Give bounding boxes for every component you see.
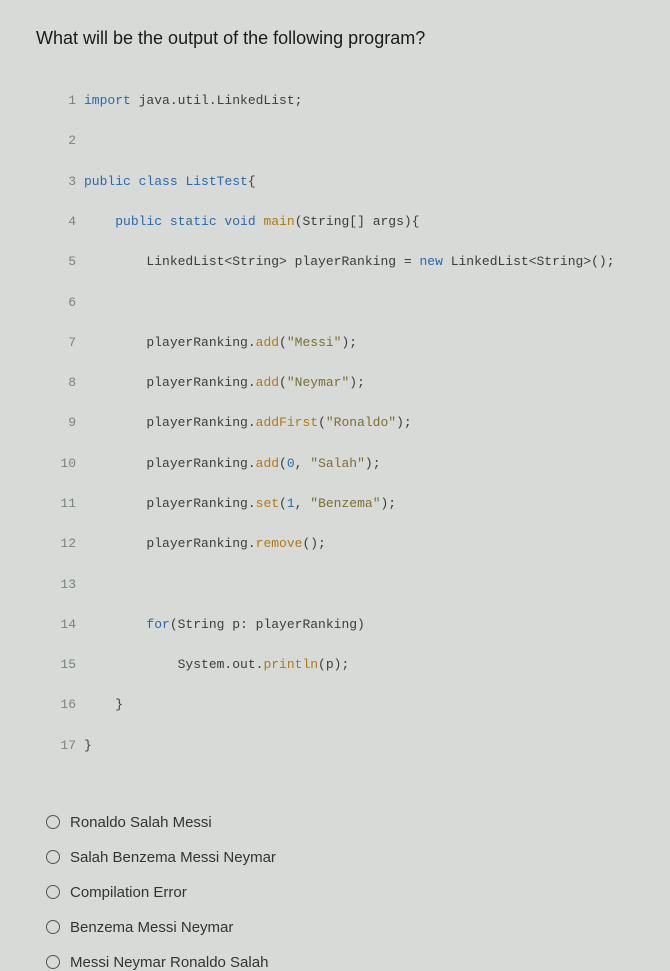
- line-number: 13: [54, 575, 76, 595]
- option-label: Compilation Error: [70, 884, 187, 901]
- line-number: 14: [54, 615, 76, 635]
- radio-icon: [46, 955, 60, 969]
- option-a[interactable]: Ronaldo Salah Messi: [46, 814, 646, 831]
- line-number: 8: [54, 373, 76, 393]
- option-e[interactable]: Messi Neymar Ronaldo Salah: [46, 954, 646, 971]
- line-number: 16: [54, 695, 76, 715]
- line-number: 3: [54, 172, 76, 192]
- question-prompt: What will be the output of the following…: [36, 28, 646, 49]
- line-number: 15: [54, 655, 76, 675]
- line-number: 11: [54, 494, 76, 514]
- line-number: 7: [54, 333, 76, 353]
- line-number: 2: [54, 131, 76, 151]
- line-number: 5: [54, 252, 76, 272]
- option-label: Messi Neymar Ronaldo Salah: [70, 954, 268, 971]
- option-b[interactable]: Salah Benzema Messi Neymar: [46, 849, 646, 866]
- radio-icon: [46, 920, 60, 934]
- line-number: 12: [54, 534, 76, 554]
- option-label: Salah Benzema Messi Neymar: [70, 849, 276, 866]
- option-d[interactable]: Benzema Messi Neymar: [46, 919, 646, 936]
- option-label: Benzema Messi Neymar: [70, 919, 233, 936]
- answer-options: Ronaldo Salah Messi Salah Benzema Messi …: [46, 814, 646, 971]
- line-number: 1: [54, 91, 76, 111]
- radio-icon: [46, 815, 60, 829]
- line-number: 6: [54, 293, 76, 313]
- line-number: 4: [54, 212, 76, 232]
- option-label: Ronaldo Salah Messi: [70, 814, 212, 831]
- line-number: 10: [54, 454, 76, 474]
- option-c[interactable]: Compilation Error: [46, 884, 646, 901]
- line-number: 9: [54, 413, 76, 433]
- line-number: 17: [54, 736, 76, 756]
- radio-icon: [46, 885, 60, 899]
- radio-icon: [46, 850, 60, 864]
- code-block: 1import java.util.LinkedList; 2 3public …: [54, 71, 646, 776]
